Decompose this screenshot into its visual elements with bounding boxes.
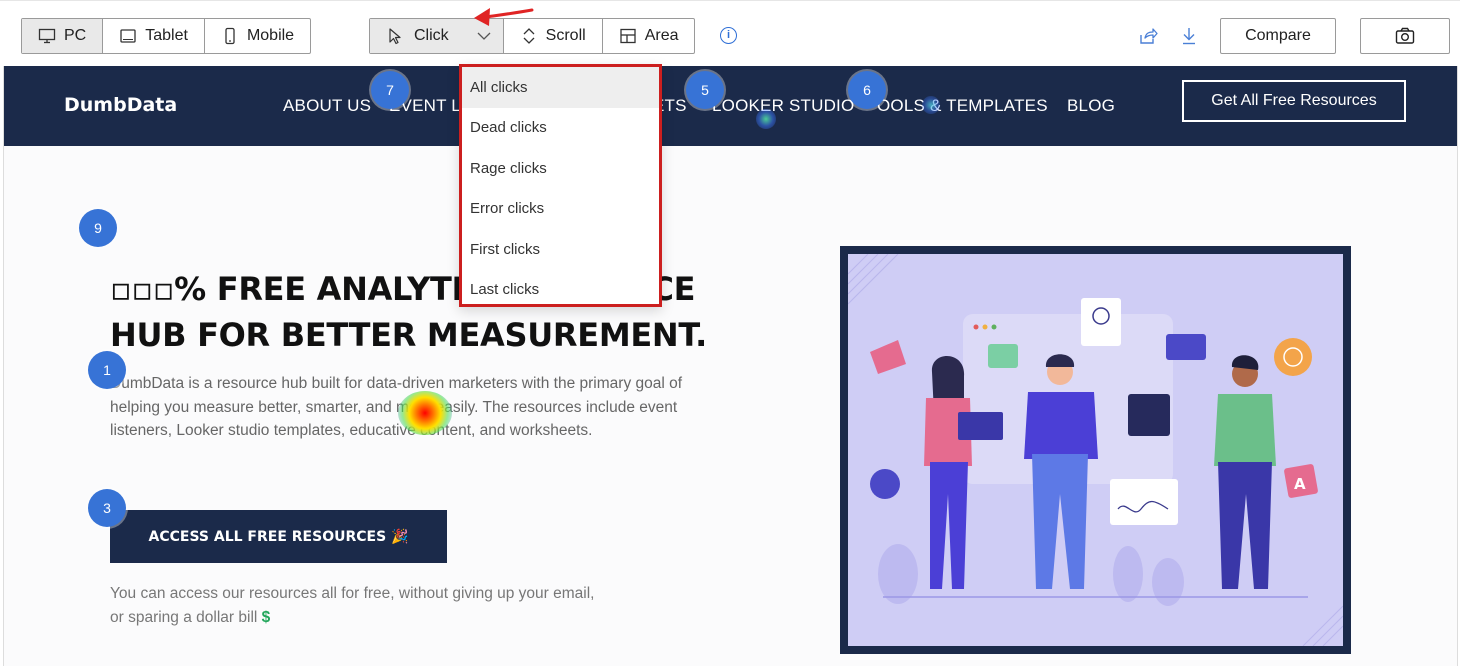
hero-note: You can access our resources all for fre… [110, 582, 610, 629]
click-count-badge[interactable]: 3 [88, 489, 126, 527]
device-tab-pc[interactable]: PC [22, 19, 104, 53]
info-icon[interactable]: i [720, 27, 737, 44]
hero-note-text: You can access our resources all for fre… [110, 585, 595, 626]
nav-looker-studio[interactable]: LOOKER STUDIO [712, 96, 854, 116]
click-type-option-rage[interactable]: Rage clicks [462, 148, 659, 189]
annotation-arrow-icon [474, 8, 534, 26]
hero-description: DumbData is a resource hub built for dat… [110, 375, 683, 439]
mode-tab-label: Scroll [545, 27, 586, 44]
team-analytics-illustration: A [848, 254, 1343, 646]
mode-tab-label: Click [414, 27, 449, 44]
hero-illustration: A [840, 246, 1351, 654]
area-icon [620, 28, 636, 44]
site-logo[interactable]: DumbData [64, 94, 177, 116]
compare-button-label: Compare [1245, 27, 1311, 44]
click-type-dropdown: All clicks Dead clicks Rage clicks Error… [459, 64, 662, 307]
click-type-option-all[interactable]: All clicks [462, 67, 659, 108]
mobile-icon [225, 27, 235, 45]
cursor-icon [389, 28, 401, 45]
click-count-badge[interactable]: 9 [79, 209, 117, 247]
device-tab-label: Tablet [145, 27, 188, 44]
device-tab-label: PC [64, 27, 87, 44]
device-tab-tablet[interactable]: Tablet [103, 19, 205, 53]
click-type-option-error[interactable]: Error clicks [462, 189, 659, 230]
access-all-free-resources-button[interactable]: ACCESS ALL FREE RESOURCES 🎉 [110, 510, 447, 563]
heatmap-toolbar: PC Tablet Mobile Click Scroll Area i Com… [0, 0, 1460, 66]
nav-blog[interactable]: BLOG [1067, 96, 1115, 116]
click-count-badge[interactable]: 1 [88, 351, 126, 389]
device-tab-mobile[interactable]: Mobile [205, 19, 310, 53]
tablet-icon [120, 29, 136, 43]
screenshot-button[interactable] [1360, 18, 1450, 54]
click-type-option-first[interactable]: First clicks [462, 229, 659, 270]
mode-tab-area[interactable]: Area [603, 19, 695, 53]
camera-icon [1395, 27, 1415, 44]
share-icon[interactable] [1138, 26, 1158, 46]
device-tab-label: Mobile [246, 27, 295, 44]
click-count-badge[interactable]: 7 [371, 71, 409, 109]
dollar-icon: $ [261, 608, 271, 626]
site-navbar: DumbData ABOUT US EVENT L ETS LOOKER STU… [4, 66, 1457, 146]
get-free-resources-button[interactable]: Get All Free Resources [1182, 80, 1406, 122]
device-switcher: PC Tablet Mobile [21, 18, 312, 54]
scroll-icon [523, 28, 535, 44]
page-preview: DumbData ABOUT US EVENT L ETS LOOKER STU… [3, 66, 1458, 666]
hero-title-line1-start: ▫▫▫% FREE ANALYTI [110, 270, 464, 308]
chevron-down-icon[interactable] [475, 27, 493, 45]
nav-tools-templates[interactable]: OOLS & TEMPLATES [877, 96, 1048, 116]
mode-tab-label: Area [644, 27, 679, 44]
compare-button[interactable]: Compare [1220, 18, 1336, 54]
hero-title-line2: HUB FOR BETTER MEASUREMENT. [110, 316, 707, 354]
click-type-option-last[interactable]: Last clicks [462, 270, 659, 311]
click-count-badge[interactable]: 5 [686, 71, 724, 109]
nav-about-us[interactable]: ABOUT US [283, 96, 371, 116]
download-icon[interactable] [1179, 26, 1199, 46]
click-count-badge[interactable]: 6 [848, 71, 886, 109]
svg-text:A: A [1294, 475, 1306, 493]
desktop-icon [38, 28, 56, 44]
click-type-option-dead[interactable]: Dead clicks [462, 108, 659, 149]
